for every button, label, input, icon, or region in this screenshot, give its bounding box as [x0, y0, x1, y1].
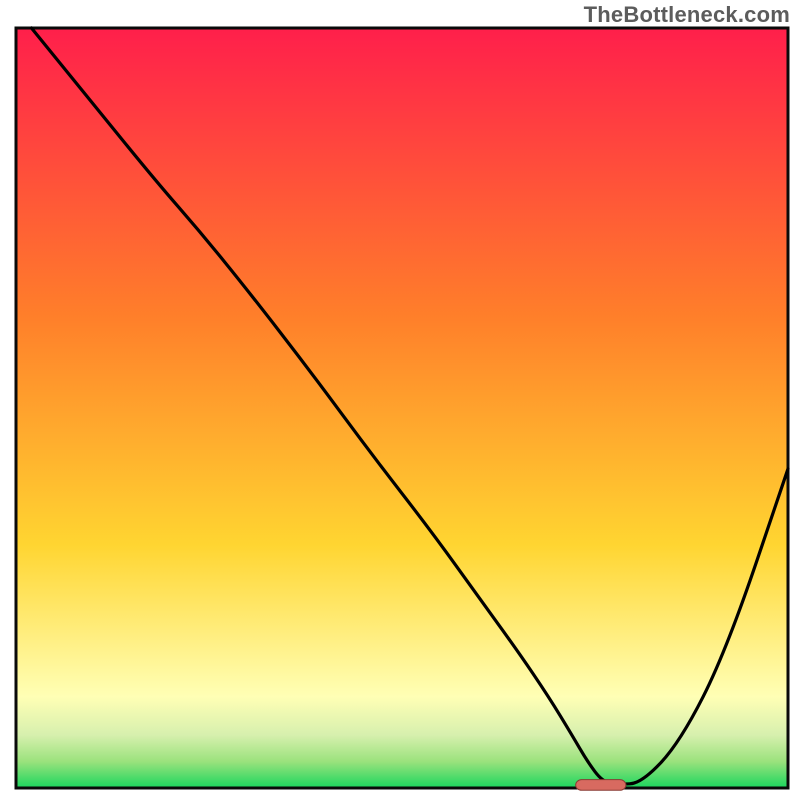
plot-background: [16, 28, 788, 788]
bottleneck-chart: [0, 0, 800, 800]
optimal-range-marker: [576, 780, 626, 791]
watermark-text: TheBottleneck.com: [584, 2, 790, 28]
chart-stage: TheBottleneck.com: [0, 0, 800, 800]
